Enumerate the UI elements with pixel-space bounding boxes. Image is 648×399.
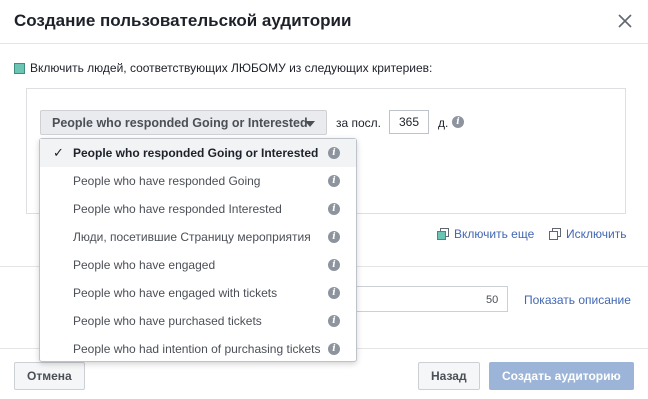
show-description-link[interactable]: Показать описание: [524, 293, 631, 307]
include-more-label: Включить еще: [454, 227, 535, 241]
dropdown-item[interactable]: People who had intention of purchasing t…: [40, 335, 356, 363]
dropdown-item-label: People who have engaged with tickets: [73, 286, 278, 300]
dropdown-item[interactable]: People who have responded Interested i: [40, 195, 356, 223]
days-unit-label: д.: [438, 116, 449, 130]
char-count: 50: [486, 294, 499, 306]
close-icon[interactable]: [616, 12, 634, 30]
days-input[interactable]: [389, 110, 429, 134]
checkmark-icon: ✓: [53, 145, 64, 160]
exclude-label: Исключить: [566, 227, 627, 241]
back-button[interactable]: Назад: [418, 362, 480, 390]
include-rule-label: Включить людей, соответствующих ЛЮБОМУ и…: [30, 61, 433, 75]
dropdown-item-label: People who had intention of purchasing t…: [73, 342, 321, 356]
dialog-title: Создание пользовательской аудитории: [14, 11, 352, 30]
create-audience-button[interactable]: Создать аудиторию: [489, 362, 634, 390]
info-icon[interactable]: i: [328, 259, 340, 271]
dropdown-item[interactable]: People who have engaged i: [40, 251, 356, 279]
exclude-link[interactable]: Исключить: [549, 227, 626, 241]
within-label: за посл.: [336, 116, 382, 130]
info-icon[interactable]: i: [328, 175, 340, 187]
caret-down-icon: [305, 121, 315, 127]
dropdown-item[interactable]: ✓ People who responded Going or Interest…: [40, 139, 356, 167]
info-icon[interactable]: i: [452, 116, 464, 128]
info-icon[interactable]: i: [328, 147, 340, 159]
dropdown-item-label: People who have responded Going: [73, 174, 261, 188]
dropdown-item[interactable]: People who have engaged with tickets i: [40, 279, 356, 307]
exclude-squares-icon: [549, 228, 562, 240]
info-icon[interactable]: i: [328, 315, 340, 327]
dropdown-item[interactable]: People who have responded Going i: [40, 167, 356, 195]
dropdown-item-label: People who have responded Interested: [73, 202, 282, 216]
rule-type-selected: People who responded Going or Interested: [52, 116, 308, 130]
rule-type-dropdown: ✓ People who responded Going or Interest…: [39, 138, 357, 362]
dropdown-item-label: Люди, посетившие Страницу мероприятия: [73, 230, 311, 244]
include-swatch-icon: [14, 62, 25, 74]
rule-type-select[interactable]: People who responded Going or Interested: [40, 110, 327, 135]
dropdown-item-label: People who have engaged: [73, 258, 216, 272]
dialog-header: Создание пользовательской аудитории: [0, 0, 648, 44]
info-icon[interactable]: i: [328, 343, 340, 355]
info-icon[interactable]: i: [328, 287, 340, 299]
dropdown-item[interactable]: Люди, посетившие Страницу мероприятия i: [40, 223, 356, 251]
include-rule-line: Включить людей, соответствующих ЛЮБОМУ и…: [14, 61, 432, 75]
info-icon[interactable]: i: [328, 231, 340, 243]
include-more-link[interactable]: Включить еще: [437, 227, 534, 241]
info-icon[interactable]: i: [328, 203, 340, 215]
include-squares-icon: [437, 228, 450, 240]
dropdown-item-label: People who responded Going or Interested: [73, 146, 319, 160]
cancel-button[interactable]: Отмена: [14, 362, 85, 390]
dropdown-item[interactable]: People who have purchased tickets i: [40, 307, 356, 335]
dropdown-item-label: People who have purchased tickets: [73, 314, 262, 328]
